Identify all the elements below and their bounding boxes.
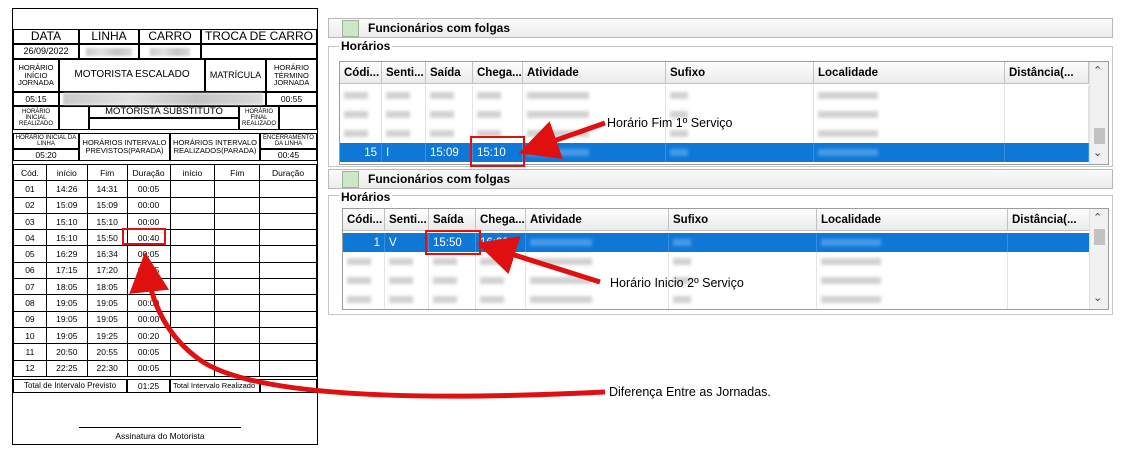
annotation-fim-1-servico: Horário Fim 1º Serviço xyxy=(607,116,733,130)
arrow-fim-1-servico xyxy=(518,120,606,159)
annotation-inicio-2-servico: Horário Inicio 2º Serviço xyxy=(610,276,744,290)
arrow-diferenca xyxy=(129,252,606,399)
annotation-diferenca: Diferença Entre as Jornadas. xyxy=(609,385,771,399)
arrow-inicio-2-servico xyxy=(476,235,601,285)
annotation-arrows xyxy=(129,120,606,399)
